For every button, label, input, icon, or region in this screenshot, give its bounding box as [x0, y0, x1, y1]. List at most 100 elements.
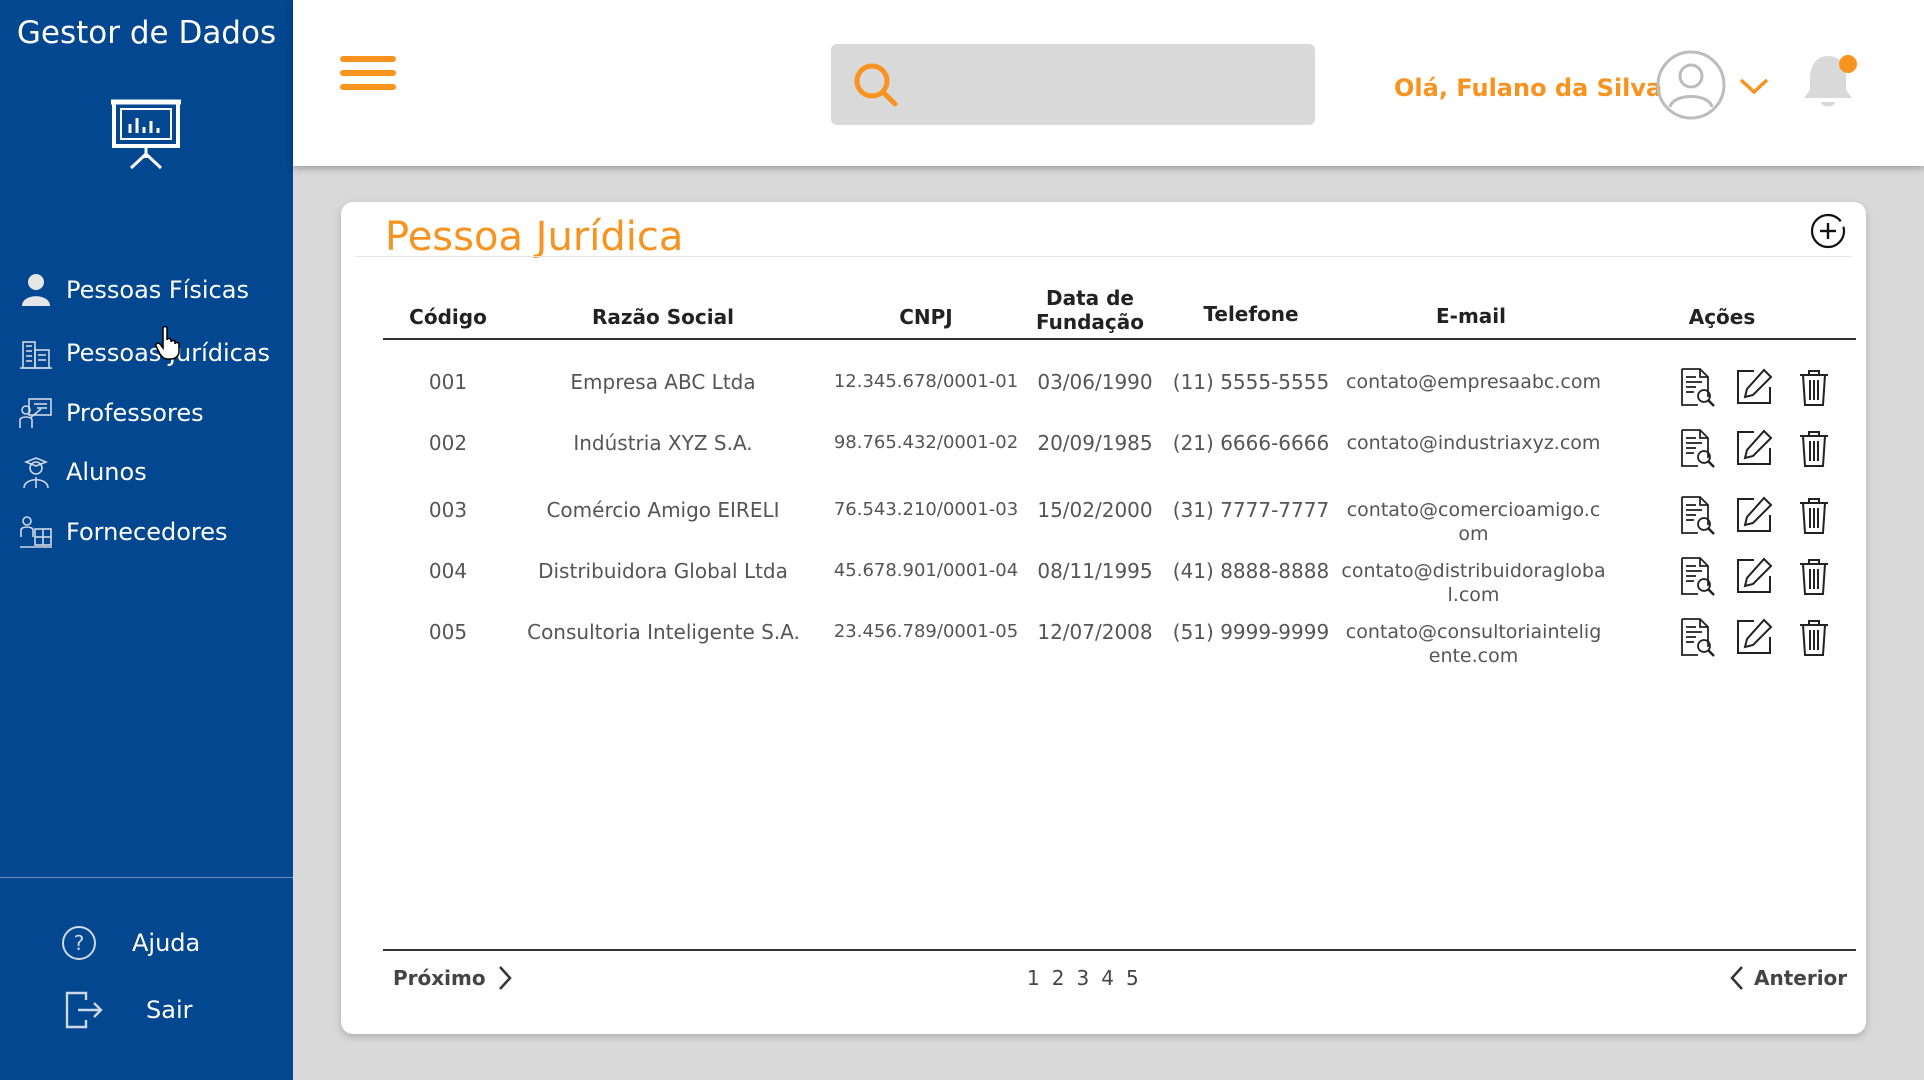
cell-razao-social: Comércio Amigo EIRELI — [546, 498, 780, 522]
view-details-icon[interactable] — [1676, 495, 1716, 535]
sidebar: Gestor de Dados Pessoas Físicas Pessoas — [0, 0, 293, 1080]
view-details-icon[interactable] — [1676, 617, 1716, 657]
cell-telefone: (31) 7777-7777 — [1172, 498, 1330, 522]
edit-icon[interactable] — [1734, 556, 1774, 596]
hand-cursor-icon — [155, 326, 180, 360]
cell-data-fundacao: 20/09/1985 — [1037, 431, 1153, 455]
previous-page-button[interactable]: Anterior — [1726, 964, 1847, 992]
cell-telefone: (41) 8888-8888 — [1172, 559, 1330, 583]
cell-telefone: (51) 9999-9999 — [1172, 620, 1330, 644]
sidebar-item-label: Fornecedores — [66, 518, 228, 546]
cell-data-fundacao: 12/07/2008 — [1037, 620, 1153, 644]
delete-trash-icon[interactable] — [1794, 495, 1834, 535]
sidebar-item-label: Pessoas Físicas — [66, 276, 249, 304]
student-icon — [18, 454, 54, 490]
cell-cnpj: 45.678.901/0001-04 — [833, 560, 1019, 581]
edit-icon[interactable] — [1734, 617, 1774, 657]
cell-telefone: (21) 6666-6666 — [1172, 431, 1330, 455]
help-icon: ? — [62, 926, 96, 960]
search-input[interactable] — [911, 54, 1301, 115]
cell-data-fundacao: 15/02/2000 — [1037, 498, 1153, 522]
delete-trash-icon[interactable] — [1794, 556, 1834, 596]
cell-data-fundacao: 08/11/1995 — [1037, 559, 1153, 583]
edit-icon[interactable] — [1734, 367, 1774, 407]
user-avatar-icon[interactable] — [1655, 49, 1727, 121]
cell-cnpj: 23.456.789/0001-05 — [833, 621, 1019, 642]
page-link-4[interactable]: 4 — [1101, 966, 1114, 990]
page-numbers: 1 2 3 4 5 — [1027, 966, 1151, 990]
sidebar-item-pessoas-fisicas[interactable]: Pessoas Físicas — [18, 270, 249, 310]
sidebar-divider — [0, 877, 293, 878]
sidebar-item-label: Alunos — [66, 458, 147, 486]
cell-razao-social: Empresa ABC Ltda — [570, 370, 756, 394]
cell-razao-social: Distribuidora Global Ltda — [538, 559, 788, 583]
cell-email: contato@consultoriainteligente.com — [1345, 621, 1602, 667]
page-title: Pessoa Jurídica — [385, 214, 684, 260]
row-actions — [1636, 367, 1828, 411]
row-actions — [1636, 556, 1828, 600]
help-label: Ajuda — [132, 929, 201, 957]
row-actions — [1636, 495, 1828, 539]
chevron-down-icon[interactable] — [1738, 74, 1770, 98]
delete-trash-icon[interactable] — [1794, 428, 1834, 468]
header-divider — [383, 338, 1856, 340]
cell-codigo: 003 — [428, 498, 468, 522]
cell-cnpj: 12.345.678/0001-01 — [833, 371, 1019, 392]
edit-icon[interactable] — [1734, 428, 1774, 468]
logout-label: Sair — [146, 996, 193, 1024]
previous-page-label: Anterior — [1754, 966, 1848, 990]
help-button[interactable]: ? Ajuda — [60, 924, 200, 962]
page-link-3[interactable]: 3 — [1076, 966, 1089, 990]
delete-trash-icon[interactable] — [1794, 367, 1834, 407]
sidebar-item-label: Professores — [66, 399, 204, 427]
teacher-icon — [18, 395, 54, 431]
app-title: Gestor de Dados — [16, 15, 277, 51]
column-header-email: E-mail — [1435, 304, 1506, 328]
view-details-icon[interactable] — [1676, 428, 1716, 468]
cell-email: contato@industriaxyz.com — [1346, 432, 1601, 454]
cell-codigo: 001 — [428, 370, 468, 394]
cell-email: contato@distribuidoraglobal.com — [1341, 560, 1606, 606]
page-link-2[interactable]: 2 — [1052, 966, 1065, 990]
chevron-right-icon — [498, 966, 512, 990]
svg-text:?: ? — [74, 931, 85, 955]
table-row: 001 Empresa ABC Ltda 12.345.678/0001-01 … — [341, 367, 1866, 430]
cell-razao-social: Consultoria Inteligente S.A. — [527, 620, 800, 644]
search-bar — [831, 44, 1315, 125]
footer-divider — [383, 949, 1856, 951]
cell-email: contato@empresaabc.com — [1346, 371, 1601, 393]
sidebar-item-fornecedores[interactable]: Fornecedores — [18, 512, 228, 552]
notification-bell-icon[interactable] — [1796, 50, 1860, 114]
cell-razao-social: Indústria XYZ S.A. — [573, 431, 753, 455]
page-link-1[interactable]: 1 — [1027, 966, 1040, 990]
edit-icon[interactable] — [1734, 495, 1774, 535]
chevron-left-icon — [1730, 966, 1743, 990]
sidebar-item-alunos[interactable]: Alunos — [18, 452, 147, 492]
sidebar-item-professores[interactable]: Professores — [18, 393, 204, 433]
view-details-icon[interactable] — [1676, 556, 1716, 596]
table-row: 003 Comércio Amigo EIRELI 76.543.210/000… — [341, 495, 1866, 558]
view-details-icon[interactable] — [1676, 367, 1716, 407]
content-card: Pessoa Jurídica Código Razão Social CNPJ… — [341, 202, 1866, 1034]
next-page-button[interactable]: Próximo — [393, 964, 516, 992]
row-actions — [1636, 428, 1828, 472]
add-circle-icon[interactable] — [1810, 213, 1846, 249]
column-header-codigo: Código — [409, 305, 487, 329]
table-row: 004 Distribuidora Global Ltda 45.678.901… — [341, 556, 1866, 619]
column-header-acoes: Ações — [1688, 305, 1756, 329]
cell-cnpj: 98.765.432/0001-02 — [833, 432, 1019, 453]
presentation-chart-icon — [111, 99, 181, 170]
hamburger-menu-icon[interactable] — [340, 56, 396, 96]
logout-button[interactable]: Sair — [64, 990, 192, 1030]
sidebar-item-pessoas-juridicas[interactable]: Pessoas Jurídicas — [18, 333, 270, 373]
supplier-icon — [18, 514, 54, 550]
search-icon[interactable] — [851, 60, 901, 110]
column-header-telefone: Telefone — [1203, 302, 1299, 326]
column-header-razao-social: Razão Social — [592, 305, 734, 329]
delete-trash-icon[interactable] — [1794, 617, 1834, 657]
page-link-5[interactable]: 5 — [1126, 966, 1139, 990]
column-header-data-fundacao: Data de Fundação — [1035, 286, 1145, 334]
buildings-icon — [18, 335, 54, 371]
user-greeting: Olá, Fulano da Silva — [1394, 74, 1663, 102]
cell-codigo: 002 — [428, 431, 468, 455]
